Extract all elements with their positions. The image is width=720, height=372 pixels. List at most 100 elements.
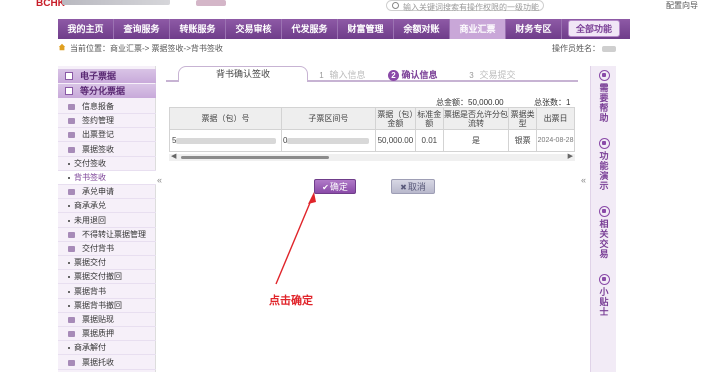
sidebar-item-label: 票据背书: [74, 286, 106, 296]
cell-bill-type: 银票: [508, 129, 538, 152]
sidebar-header-split[interactable]: 等分化票据: [58, 84, 156, 98]
breadcrumb-text: 当前位置：商业汇票-> 票据签收->背书签收: [70, 44, 223, 53]
col-header-split-allowed: 票据是否允许分包流转: [442, 107, 510, 130]
sidebar-item[interactable]: 未用退回: [58, 214, 156, 228]
col-header-issue-date: 出票日: [536, 107, 575, 130]
sidebar-item-label: 票据签收: [82, 144, 114, 154]
scrollbar-thumb[interactable]: [181, 156, 329, 159]
sidebar-item[interactable]: 承兑申请: [58, 185, 156, 200]
doc-icon: [68, 189, 75, 196]
sidebar-item-label: 承兑申请: [82, 187, 114, 197]
sidebar-header-label: 等分化票据: [80, 86, 126, 96]
collapse-sidebar-icon[interactable]: «: [157, 175, 162, 185]
rail-tips-label: 小贴士: [599, 287, 609, 317]
horizontal-scrollbar[interactable]: ◀ ▶: [169, 152, 575, 161]
nav-item-balance[interactable]: 余额对账: [394, 19, 450, 39]
logo-text: [62, 0, 170, 5]
bullet-icon: [68, 162, 70, 165]
col-header-sub-range: 子票区间号: [280, 107, 376, 130]
sidebar-item[interactable]: 信息报备: [58, 100, 156, 114]
play-icon: [598, 138, 610, 149]
rail-demo[interactable]: 功能演示: [593, 138, 615, 191]
cell-amount: 50,000.00: [374, 129, 416, 152]
sidebar-item[interactable]: 票据贴现: [58, 313, 156, 327]
sidebar-item[interactable]: 背书签收: [58, 171, 156, 185]
sidebar-item[interactable]: 商承承兑: [58, 199, 156, 214]
sidebar-header-electronic[interactable]: 电子票据: [58, 69, 156, 83]
doc-icon: [68, 359, 75, 366]
cell-std-amount: 0.01: [414, 129, 444, 152]
sidebar-item[interactable]: 不得转让票据管理: [58, 228, 156, 242]
rail-related[interactable]: 相关交易: [593, 206, 615, 259]
total-count-label: 总张数：: [534, 98, 566, 107]
sidebar-item[interactable]: 票据签收: [58, 143, 156, 157]
nav-item-transfer[interactable]: 转账服务: [170, 19, 226, 39]
sidebar-item-label: 票据交付: [74, 258, 106, 268]
col-header-amount: 票据（包）金额: [374, 107, 416, 130]
nav-tail: [620, 19, 630, 39]
sidebar-item-label: 商承解付: [74, 343, 106, 353]
search-input[interactable]: 输入关键词搜索有操作权限的一级功能: [386, 0, 544, 12]
sidebar-item-label: 未用退回: [74, 215, 106, 225]
rail-demo-label: 功能演示: [599, 151, 609, 191]
logo-mark: BCHK: [36, 0, 65, 9]
sidebar-item[interactable]: 交付签收: [58, 157, 156, 171]
sidebar-item[interactable]: 票据背书: [58, 285, 156, 299]
config-guide-link[interactable]: 配置向导: [666, 0, 698, 11]
scroll-left-icon[interactable]: ◀: [171, 152, 176, 160]
scroll-right-icon[interactable]: ▶: [568, 152, 573, 160]
bullet-icon: [68, 262, 70, 265]
sidebar-item-label: 商承承兑: [74, 201, 106, 211]
sidebar-item[interactable]: 票据背书撤回: [58, 299, 156, 313]
sidebar-item[interactable]: 商承解付: [58, 341, 156, 356]
nav-item-home[interactable]: 我的主页: [58, 19, 114, 39]
bullet-icon: [68, 219, 70, 222]
sidebar-item-label: 出票登记: [82, 130, 114, 140]
doc-icon: [68, 146, 75, 153]
sub-logo: [196, 0, 226, 6]
collapse-rail-icon[interactable]: «: [581, 175, 586, 185]
sidebar-header-label: 电子票据: [80, 71, 117, 81]
sidebar-item-label: 票据交付撤回: [74, 272, 122, 282]
home-icon: [58, 43, 66, 51]
sidebar-item[interactable]: 出票登记: [58, 128, 156, 143]
sidebar-item[interactable]: 票据交付: [58, 256, 156, 271]
sidebar-item-label: 背书签收: [74, 173, 106, 182]
table-row[interactable]: 5 0 50,000.00 0.01 是 银票 2024-08-28: [169, 129, 575, 152]
step-number: 3: [469, 71, 474, 80]
cell-split-allowed: 是: [442, 129, 510, 152]
nav-item-finance[interactable]: 财务专区: [506, 19, 562, 39]
confirm-button[interactable]: ✔确定: [314, 179, 356, 194]
sidebar-item-label: 票据背书撤回: [74, 300, 122, 310]
nav-item-audit[interactable]: 交易审核: [226, 19, 282, 39]
step-number: 2: [388, 70, 399, 81]
sidebar-item[interactable]: 票据质押: [58, 327, 156, 342]
nav-item-commercial-bill[interactable]: 商业汇票: [450, 19, 506, 39]
sidebar-item[interactable]: 签约管理: [58, 114, 156, 129]
doc-icon: [68, 132, 75, 139]
all-functions-button[interactable]: 全部功能: [568, 20, 620, 37]
rail-help[interactable]: 需要帮助: [593, 70, 615, 123]
bullet-icon: [68, 276, 70, 279]
nav-item-wealth[interactable]: 财富管理: [338, 19, 394, 39]
nav-item-query[interactable]: 查询服务: [114, 19, 170, 39]
redacted-value: [287, 137, 370, 144]
rail-tips[interactable]: 小贴士: [593, 274, 615, 317]
confirm-button-label: 确定: [329, 182, 348, 192]
operator-name: [602, 45, 616, 52]
operator-label-text: 操作员姓名：: [552, 44, 600, 53]
nav-item-payroll[interactable]: 代发服务: [282, 19, 338, 39]
doc-icon: [68, 231, 75, 238]
cancel-button[interactable]: ✖取消: [391, 179, 435, 194]
col-header-bill-type: 票据类型: [508, 107, 538, 130]
sidebar-item-label: 票据质押: [82, 329, 114, 339]
cell-issue-date: 2024-08-28: [536, 129, 575, 152]
sidebar-item[interactable]: 票据托收: [58, 356, 156, 370]
sidebar-item-label: 票据托收: [82, 357, 114, 367]
step-number: 1: [319, 71, 324, 80]
tab-endorse-confirm[interactable]: 背书确认签收: [178, 66, 308, 82]
step-label: 输入信息: [329, 70, 366, 80]
doc-icon: [68, 118, 75, 125]
sidebar-item[interactable]: 交付背书: [58, 242, 156, 256]
sidebar-item[interactable]: 票据交付撤回: [58, 270, 156, 285]
